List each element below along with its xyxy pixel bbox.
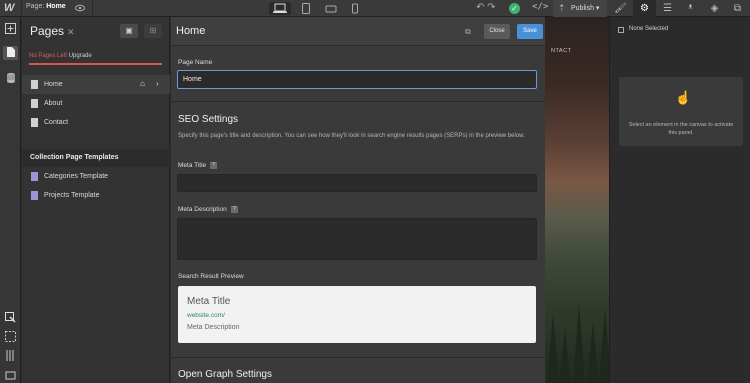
tablet-view-icon[interactable] — [295, 2, 317, 15]
publish-icon: ⇡ — [558, 3, 566, 13]
meta-title-label: Meta Title? — [178, 162, 218, 170]
webflow-logo[interactable]: W — [4, 2, 14, 14]
template-item-projects[interactable]: Projects Template — [22, 186, 170, 205]
add-element-icon[interactable] — [3, 23, 18, 37]
settings-title: Home — [176, 25, 206, 37]
select-element-icon[interactable] — [3, 312, 18, 326]
page-item-label: Home — [44, 81, 63, 88]
left-toolbar — [0, 17, 21, 383]
tree-decoration — [573, 303, 585, 383]
seo-settings-heading: SEO Settings — [178, 114, 239, 125]
close-icon[interactable]: ✕ — [67, 27, 75, 38]
divider — [21, 0, 22, 17]
settings-header: Home ⧉ Close Save — [171, 17, 545, 46]
page-settings-panel: Home ⧉ Close Save Page Name Home SEO Set… — [171, 17, 545, 383]
empty-selection-card: ☝ Select an element in the canvas to act… — [619, 77, 743, 146]
guides-icon[interactable] — [3, 350, 18, 364]
upgrade-link[interactable]: Upgrade — [69, 53, 92, 59]
preview-eye-icon[interactable] — [75, 3, 85, 13]
design-canvas[interactable]: NTACT — [545, 17, 609, 383]
saved-check-icon: ✓ — [509, 3, 520, 14]
home-icon: ⌂ — [140, 79, 145, 88]
page-icon — [31, 99, 38, 108]
open-graph-heading: Open Graph Settings — [178, 369, 272, 380]
add-page-icon[interactable]: ⊞ — [144, 24, 162, 38]
template-item-label: Categories Template — [44, 173, 109, 180]
top-bar: W Page: Home ↶ ↷ ✓ </> ⇡ Publish ▾ 🖌 ⚙ ☰… — [0, 0, 750, 17]
seo-description: Specify this page's title and descriptio… — [178, 133, 525, 139]
close-button[interactable]: Close — [484, 24, 510, 39]
page-icon — [31, 80, 38, 89]
page-item-about[interactable]: About — [22, 94, 170, 113]
assets-icon[interactable]: ◈ — [703, 0, 726, 17]
template-page-icon — [31, 172, 38, 181]
page-name-input[interactable]: Home — [177, 70, 537, 89]
code-icon[interactable]: </> — [532, 2, 548, 12]
page-icon — [31, 118, 38, 127]
meta-title-label-text: Meta Title — [178, 162, 207, 170]
desktop-view-icon[interactable] — [269, 2, 291, 15]
add-folder-icon[interactable]: ▣ — [120, 24, 138, 38]
current-page-indicator[interactable]: Page: Home — [26, 3, 66, 10]
none-selected-label: None Selected — [629, 26, 669, 32]
tree-decoration — [547, 313, 559, 383]
duplicate-icon[interactable]: ⧉ — [465, 27, 471, 37]
page-name-label: Page Name — [178, 59, 213, 66]
page-prefix: Page: — [26, 3, 45, 10]
page-item-home[interactable]: Home ⌂ › — [22, 75, 170, 94]
preview-description: Meta Description — [187, 324, 240, 331]
meta-description-textarea[interactable] — [177, 218, 537, 260]
template-page-icon — [31, 191, 38, 200]
preview-url: website.com/ — [187, 312, 225, 319]
element-settings-panel: None Selected ☝ Select an element in the… — [609, 17, 750, 383]
brush-icon[interactable]: 🖌 — [609, 0, 632, 17]
help-icon[interactable]: ? — [210, 162, 218, 169]
divider — [92, 0, 93, 17]
empty-selection-message: Select an element in the canvas to activ… — [628, 122, 734, 136]
chevron-right-icon[interactable]: › — [156, 79, 159, 88]
symbols-icon[interactable]: ⧉ — [726, 0, 749, 17]
page-item-contact[interactable]: Contact — [22, 113, 170, 132]
pages-panel: Pages ✕ ▣ ⊞ No Pages Left Upgrade Home ⌂… — [22, 17, 170, 383]
canvas-nav-text: NTACT — [551, 48, 572, 54]
meta-description-label: Meta Description? — [178, 206, 238, 213]
preview-title: Meta Title — [187, 296, 231, 307]
search-result-preview: Meta Title website.com/ Meta Description — [178, 286, 536, 343]
pages-icon[interactable] — [3, 46, 18, 60]
collection-templates-heading: Collection Page Templates — [22, 149, 170, 167]
x-ray-icon[interactable] — [3, 331, 18, 345]
navigator-icon[interactable]: ☰ — [656, 0, 679, 17]
page-item-label: Contact — [44, 119, 69, 126]
tree-decoration — [559, 328, 571, 383]
page-name-value: Home — [183, 76, 202, 83]
meta-description-label-text: Meta Description — [178, 206, 227, 214]
page-limit-bar — [29, 63, 162, 65]
mobile-landscape-view-icon[interactable] — [320, 2, 342, 15]
tree-decoration — [599, 308, 609, 383]
pages-panel-title: Pages — [30, 24, 65, 38]
divider — [171, 101, 545, 102]
settings-gear-icon[interactable]: ⚙ — [633, 0, 656, 17]
undo-redo-icon[interactable]: ↶ ↷ — [476, 2, 496, 13]
interactions-icon[interactable]: ᵜ — [679, 0, 702, 17]
no-pages-left-text: No Pages Left — [29, 53, 68, 59]
meta-title-input[interactable] — [177, 174, 537, 192]
cms-database-icon[interactable] — [3, 72, 18, 86]
template-item-categories[interactable]: Categories Template — [22, 167, 170, 186]
help-icon[interactable]: ? — [230, 206, 238, 213]
publish-button[interactable]: ⇡ Publish ▾ — [553, 0, 607, 17]
help-icon[interactable] — [3, 369, 18, 383]
page-item-label: About — [44, 100, 63, 107]
selection-checkbox[interactable] — [618, 27, 624, 33]
current-page-name: Home — [46, 3, 66, 10]
template-item-label: Projects Template — [44, 192, 100, 199]
plan-warning: No Pages Left Upgrade — [29, 53, 92, 59]
tree-decoration — [587, 321, 599, 383]
pointer-hand-icon: ☝ — [675, 90, 692, 105]
mobile-portrait-view-icon[interactable] — [344, 2, 366, 15]
search-preview-label: Search Result Preview — [178, 273, 244, 280]
save-button[interactable]: Save — [517, 24, 543, 39]
publish-label: Publish — [571, 5, 594, 12]
divider — [171, 357, 545, 358]
